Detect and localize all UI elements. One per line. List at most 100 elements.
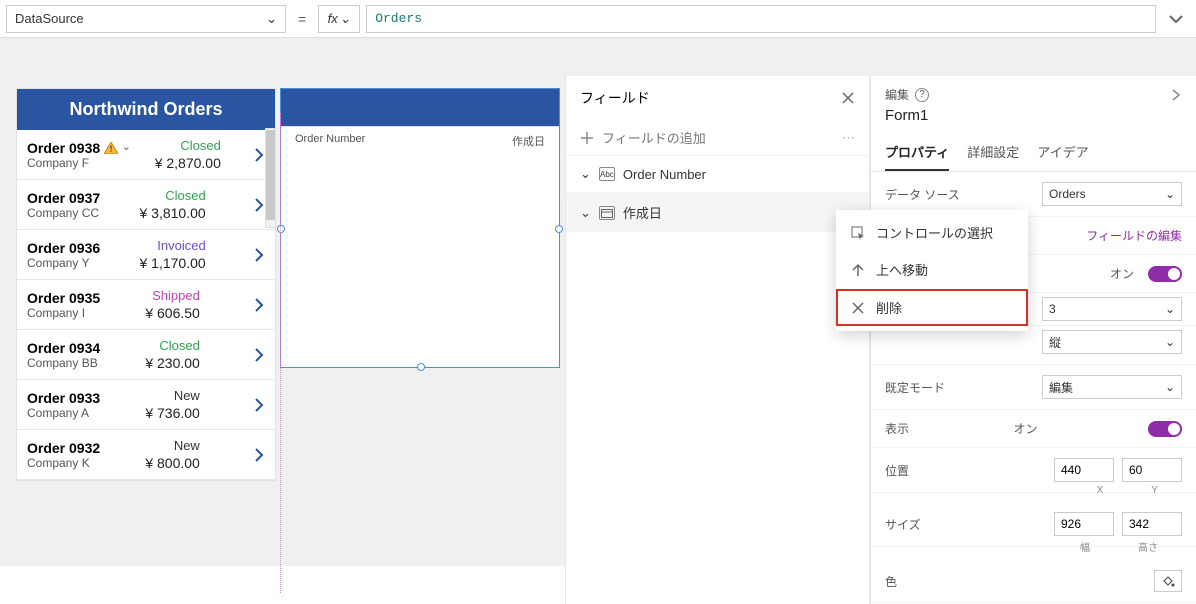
form-preview[interactable]: Order Number 作成日 — [280, 88, 560, 368]
chevron-right-icon — [253, 196, 265, 214]
gallery-item[interactable]: Order 0937 Company CC Closed ¥ 3,810.00 — [17, 180, 275, 230]
property-dropdown-label: DataSource — [15, 11, 84, 26]
close-icon — [850, 300, 866, 316]
selection-guideline — [280, 113, 281, 593]
prop-defaultmode-label: 既定モード — [885, 379, 945, 396]
selected-control-name: Form1 — [871, 107, 1196, 134]
selection-handle[interactable] — [277, 225, 285, 233]
field-context-menu: コントロールの選択 上へ移動 削除 — [836, 210, 1028, 331]
field-row-created-date[interactable]: ⌄ 作成日 ⋯ — [566, 192, 869, 232]
prop-color-label: 色 — [885, 573, 897, 590]
gallery-item[interactable]: Order 0936 Company Y Invoiced ¥ 1,170.00 — [17, 230, 275, 280]
order-id: Order 0932 — [27, 440, 100, 456]
cursor-icon — [850, 225, 866, 241]
field-label: Order Number — [623, 167, 706, 182]
prop-y-sublabel: Y — [1151, 485, 1158, 496]
gallery-item[interactable]: Order 0934 Company BB Closed ¥ 230.00 — [17, 330, 275, 380]
tab-advanced[interactable]: 詳細設定 — [967, 134, 1019, 171]
chevron-right-icon — [253, 446, 265, 464]
prop-y-input[interactable] — [1122, 458, 1182, 482]
company-name: Company BB — [27, 356, 100, 370]
ctx-delete[interactable]: 削除 — [836, 289, 1028, 326]
chevron-right-icon — [253, 396, 265, 414]
chevron-right-icon — [253, 246, 265, 264]
gallery-item[interactable]: Order 0935 Company I Shipped ¥ 606.50 — [17, 280, 275, 330]
add-field-label: フィールドの追加 — [602, 128, 706, 147]
gallery-scrollbar[interactable] — [265, 128, 276, 228]
order-id: Order 0933 — [27, 390, 100, 406]
toggle-visible[interactable] — [1148, 421, 1182, 437]
selection-handle[interactable] — [417, 363, 425, 371]
order-status: Closed — [140, 188, 206, 203]
form-column-created: 作成日 — [512, 133, 545, 149]
fields-panel: フィールド フィールドの追加 ⋯ ⌄ Abc Order Number ⌄ 作成… — [565, 76, 870, 604]
prop-datasource-label: データ ソース — [885, 186, 960, 203]
order-price: ¥ 800.00 — [145, 455, 200, 471]
plus-icon — [580, 131, 594, 145]
order-id: Order 0936 — [27, 240, 100, 256]
formula-bar: DataSource ⌄ = fx ⌄ — [0, 0, 1196, 38]
order-status: Shipped — [145, 288, 200, 303]
ctx-move-up[interactable]: 上へ移動 — [836, 251, 1028, 288]
close-icon[interactable] — [841, 91, 855, 105]
formula-expand-button[interactable] — [1162, 5, 1190, 33]
chevron-right-icon[interactable] — [1170, 87, 1182, 103]
company-name: Company K — [27, 456, 100, 470]
chevron-down-icon: ⌄ — [1165, 302, 1175, 316]
help-icon[interactable]: ? — [915, 88, 929, 102]
prop-columns-dropdown[interactable]: 3 ⌄ — [1042, 297, 1182, 321]
gallery-item[interactable]: Order 0933 Company A New ¥ 736.00 — [17, 380, 275, 430]
prop-layout-dropdown[interactable]: 縦 ⌄ — [1042, 330, 1182, 354]
order-status: Closed — [155, 138, 221, 153]
prop-height-input[interactable] — [1122, 512, 1182, 536]
tab-ideas[interactable]: アイデア — [1037, 134, 1088, 171]
chevron-right-icon — [253, 146, 265, 164]
properties-panel: 編集 ? Form1 プロパティ 詳細設定 アイデア データ ソース Order… — [870, 76, 1196, 604]
order-id: Order 0937 — [27, 190, 100, 206]
color-picker-button[interactable] — [1154, 570, 1182, 592]
prop-datasource-dropdown[interactable]: Orders ⌄ — [1042, 182, 1182, 206]
prop-width-input[interactable] — [1054, 512, 1114, 536]
prop-size-label: サイズ — [885, 516, 921, 533]
order-status: New — [145, 388, 200, 403]
equals-label: = — [292, 11, 312, 27]
gallery-item[interactable]: Order 0932 Company K New ¥ 800.00 — [17, 430, 275, 480]
order-price: ¥ 3,810.00 — [140, 205, 206, 221]
toggle-on[interactable] — [1148, 266, 1182, 282]
order-price: ¥ 2,870.00 — [155, 155, 221, 171]
property-dropdown[interactable]: DataSource ⌄ — [6, 5, 286, 33]
company-name: Company CC — [27, 206, 100, 220]
order-price: ¥ 1,170.00 — [140, 255, 206, 271]
prop-datasource-value: Orders — [1049, 187, 1086, 201]
fx-button[interactable]: fx ⌄ — [318, 5, 360, 33]
edit-fields-link[interactable]: フィールドの編集 — [1086, 227, 1182, 244]
arrow-up-icon — [850, 262, 866, 278]
form-column-order-number: Order Number — [295, 133, 512, 149]
field-label: 作成日 — [623, 203, 662, 222]
company-name: Company F — [27, 156, 131, 170]
selection-handle[interactable] — [555, 225, 563, 233]
prop-height-sublabel: 高さ — [1138, 539, 1158, 554]
warning-icon — [104, 142, 118, 154]
chevron-down-icon: ⌄ — [1165, 380, 1175, 394]
order-price: ¥ 736.00 — [145, 405, 200, 421]
order-id: Order 0934 — [27, 340, 100, 356]
prop-layout-value: 縦 — [1049, 334, 1061, 351]
more-icon[interactable]: ⋯ — [842, 130, 855, 146]
gallery-title: Northwind Orders — [17, 89, 275, 130]
add-field-button[interactable]: フィールドの追加 ⋯ — [566, 120, 869, 155]
prop-x-input[interactable] — [1054, 458, 1114, 482]
order-id: Order 0938 ⌄ — [27, 140, 131, 156]
order-status: New — [145, 438, 200, 453]
chevron-down-icon: ⌄ — [1165, 335, 1175, 349]
chevron-down-icon: ⌄ — [340, 11, 351, 27]
order-id: Order 0935 — [27, 290, 100, 306]
tab-properties[interactable]: プロパティ — [885, 134, 949, 171]
prop-defaultmode-dropdown[interactable]: 編集 ⌄ — [1042, 375, 1182, 399]
gallery-item[interactable]: Order 0938 ⌄ Company F Closed ¥ 2,870.00 — [17, 130, 275, 180]
field-row-order-number[interactable]: ⌄ Abc Order Number — [566, 155, 869, 192]
ctx-select-control[interactable]: コントロールの選択 — [836, 214, 1028, 251]
formula-input[interactable] — [366, 5, 1156, 33]
fx-label: fx — [328, 11, 338, 26]
prop-width-sublabel: 幅 — [1080, 539, 1090, 554]
